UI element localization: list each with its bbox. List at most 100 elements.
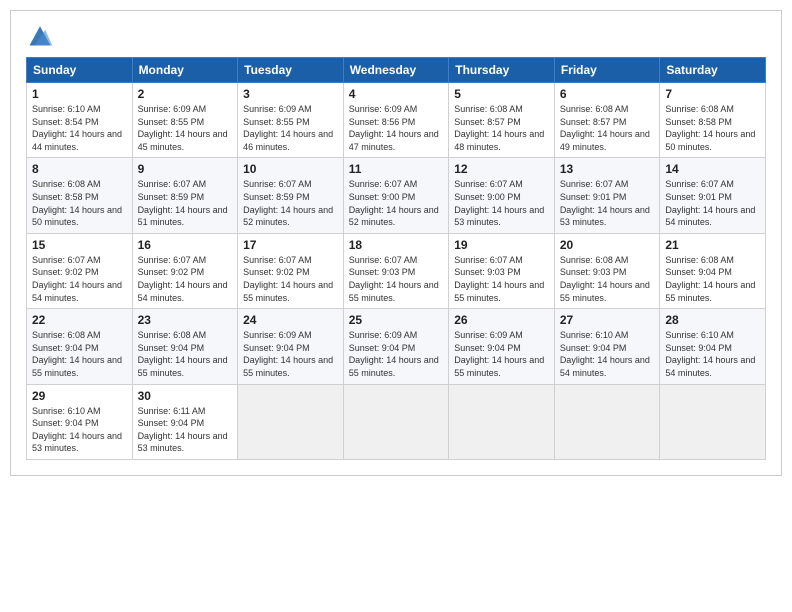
day-info: Sunrise: 6:09 AMSunset: 9:04 PMDaylight:…	[243, 329, 338, 379]
day-number: 27	[560, 313, 655, 327]
calendar-header-row: Sunday Monday Tuesday Wednesday Thursday…	[27, 58, 766, 83]
day-info: Sunrise: 6:08 AMSunset: 9:04 PMDaylight:…	[665, 254, 760, 304]
day-info: Sunrise: 6:10 AMSunset: 9:04 PMDaylight:…	[665, 329, 760, 379]
day-number: 1	[32, 87, 127, 101]
day-info: Sunrise: 6:07 AMSunset: 9:03 PMDaylight:…	[349, 254, 444, 304]
day-number: 10	[243, 162, 338, 176]
day-number: 25	[349, 313, 444, 327]
day-number: 12	[454, 162, 549, 176]
day-info: Sunrise: 6:07 AMSunset: 9:00 PMDaylight:…	[454, 178, 549, 228]
day-number: 30	[138, 389, 233, 403]
day-number: 7	[665, 87, 760, 101]
day-info: Sunrise: 6:09 AMSunset: 9:04 PMDaylight:…	[454, 329, 549, 379]
day-info: Sunrise: 6:07 AMSunset: 9:02 PMDaylight:…	[138, 254, 233, 304]
col-monday: Monday	[132, 58, 238, 83]
calendar-cell: 27 Sunrise: 6:10 AMSunset: 9:04 PMDayligh…	[554, 309, 660, 384]
day-number: 14	[665, 162, 760, 176]
day-info: Sunrise: 6:07 AMSunset: 8:59 PMDaylight:…	[243, 178, 338, 228]
calendar-row: 1 Sunrise: 6:10 AMSunset: 8:54 PMDaylight…	[27, 83, 766, 158]
calendar-cell: 2 Sunrise: 6:09 AMSunset: 8:55 PMDaylight…	[132, 83, 238, 158]
calendar-cell: 23 Sunrise: 6:08 AMSunset: 9:04 PMDayligh…	[132, 309, 238, 384]
day-info: Sunrise: 6:08 AMSunset: 9:04 PMDaylight:…	[32, 329, 127, 379]
calendar-cell	[449, 384, 555, 459]
day-number: 6	[560, 87, 655, 101]
col-wednesday: Wednesday	[343, 58, 449, 83]
calendar-cell: 3Sunrise: 6:09 AMSunset: 8:55 PMDaylight…	[238, 83, 344, 158]
day-info: Sunrise: 6:07 AMSunset: 9:00 PMDaylight:…	[349, 178, 444, 228]
calendar-cell: 28 Sunrise: 6:10 AMSunset: 9:04 PMDayligh…	[660, 309, 766, 384]
day-number: 18	[349, 238, 444, 252]
day-number: 21	[665, 238, 760, 252]
day-info: Sunrise: 6:10 AMSunset: 9:04 PMDaylight:…	[560, 329, 655, 379]
calendar-cell: 21 Sunrise: 6:08 AMSunset: 9:04 PMDayligh…	[660, 233, 766, 308]
day-info: Sunrise: 6:07 AMSunset: 9:02 PMDaylight:…	[243, 254, 338, 304]
day-info: Sunrise: 6:08 AMSunset: 9:04 PMDaylight:…	[138, 329, 233, 379]
day-info: Sunrise: 6:07 AMSunset: 9:03 PMDaylight:…	[454, 254, 549, 304]
col-saturday: Saturday	[660, 58, 766, 83]
calendar-cell: 26Sunrise: 6:09 AMSunset: 9:04 PMDayligh…	[449, 309, 555, 384]
day-number: 13	[560, 162, 655, 176]
calendar-cell: 8Sunrise: 6:08 AMSunset: 8:58 PMDaylight…	[27, 158, 133, 233]
calendar-row: 15Sunrise: 6:07 AMSunset: 9:02 PMDayligh…	[27, 233, 766, 308]
header	[26, 21, 766, 49]
calendar-cell: 10 Sunrise: 6:07 AMSunset: 8:59 PMDayligh…	[238, 158, 344, 233]
calendar-row: 22 Sunrise: 6:08 AMSunset: 9:04 PMDayligh…	[27, 309, 766, 384]
calendar-cell: 7 Sunrise: 6:08 AMSunset: 8:58 PMDaylight…	[660, 83, 766, 158]
calendar-row: 8Sunrise: 6:08 AMSunset: 8:58 PMDaylight…	[27, 158, 766, 233]
day-info: Sunrise: 6:08 AMSunset: 8:57 PMDaylight:…	[454, 103, 549, 153]
day-number: 28	[665, 313, 760, 327]
day-number: 19	[454, 238, 549, 252]
day-info: Sunrise: 6:08 AMSunset: 8:58 PMDaylight:…	[32, 178, 127, 228]
calendar-cell: 12 Sunrise: 6:07 AMSunset: 9:00 PMDayligh…	[449, 158, 555, 233]
calendar-cell: 24 Sunrise: 6:09 AMSunset: 9:04 PMDayligh…	[238, 309, 344, 384]
col-thursday: Thursday	[449, 58, 555, 83]
calendar-cell	[660, 384, 766, 459]
day-info: Sunrise: 6:07 AMSunset: 9:02 PMDaylight:…	[32, 254, 127, 304]
day-number: 2	[138, 87, 233, 101]
day-number: 4	[349, 87, 444, 101]
calendar-row: 29Sunrise: 6:10 AMSunset: 9:04 PMDayligh…	[27, 384, 766, 459]
col-sunday: Sunday	[27, 58, 133, 83]
calendar-cell: 25 Sunrise: 6:09 AMSunset: 9:04 PMDayligh…	[343, 309, 449, 384]
day-info: Sunrise: 6:07 AMSunset: 9:01 PMDaylight:…	[665, 178, 760, 228]
calendar-cell	[238, 384, 344, 459]
day-number: 9	[138, 162, 233, 176]
logo	[26, 21, 58, 49]
calendar-cell: 5Sunrise: 6:08 AMSunset: 8:57 PMDaylight…	[449, 83, 555, 158]
col-friday: Friday	[554, 58, 660, 83]
logo-icon	[26, 21, 54, 49]
calendar-cell: 13 Sunrise: 6:07 AMSunset: 9:01 PMDayligh…	[554, 158, 660, 233]
day-number: 22	[32, 313, 127, 327]
calendar-cell: 15Sunrise: 6:07 AMSunset: 9:02 PMDayligh…	[27, 233, 133, 308]
calendar-cell: 1 Sunrise: 6:10 AMSunset: 8:54 PMDaylight…	[27, 83, 133, 158]
day-info: Sunrise: 6:08 AMSunset: 8:57 PMDaylight:…	[560, 103, 655, 153]
calendar-cell: 20 Sunrise: 6:08 AMSunset: 9:03 PMDayligh…	[554, 233, 660, 308]
day-number: 20	[560, 238, 655, 252]
day-info: Sunrise: 6:09 AMSunset: 8:55 PMDaylight:…	[138, 103, 233, 153]
day-number: 24	[243, 313, 338, 327]
day-info: Sunrise: 6:10 AMSunset: 8:54 PMDaylight:…	[32, 103, 127, 153]
day-number: 3	[243, 87, 338, 101]
day-info: Sunrise: 6:09 AMSunset: 9:04 PMDaylight:…	[349, 329, 444, 379]
calendar-cell: 16 Sunrise: 6:07 AMSunset: 9:02 PMDayligh…	[132, 233, 238, 308]
day-info: Sunrise: 6:08 AMSunset: 9:03 PMDaylight:…	[560, 254, 655, 304]
day-info: Sunrise: 6:08 AMSunset: 8:58 PMDaylight:…	[665, 103, 760, 153]
calendar-cell: 18 Sunrise: 6:07 AMSunset: 9:03 PMDayligh…	[343, 233, 449, 308]
day-number: 11	[349, 162, 444, 176]
calendar-cell: 6 Sunrise: 6:08 AMSunset: 8:57 PMDaylight…	[554, 83, 660, 158]
calendar-cell: 11 Sunrise: 6:07 AMSunset: 9:00 PMDayligh…	[343, 158, 449, 233]
day-number: 29	[32, 389, 127, 403]
day-info: Sunrise: 6:07 AMSunset: 9:01 PMDaylight:…	[560, 178, 655, 228]
col-tuesday: Tuesday	[238, 58, 344, 83]
day-number: 23	[138, 313, 233, 327]
calendar-cell: 19 Sunrise: 6:07 AMSunset: 9:03 PMDayligh…	[449, 233, 555, 308]
calendar-cell: 4 Sunrise: 6:09 AMSunset: 8:56 PMDaylight…	[343, 83, 449, 158]
calendar-cell	[343, 384, 449, 459]
calendar-cell: 17Sunrise: 6:07 AMSunset: 9:02 PMDayligh…	[238, 233, 344, 308]
page-wrapper: Sunday Monday Tuesday Wednesday Thursday…	[10, 10, 782, 476]
calendar-cell: 14 Sunrise: 6:07 AMSunset: 9:01 PMDayligh…	[660, 158, 766, 233]
day-info: Sunrise: 6:09 AMSunset: 8:56 PMDaylight:…	[349, 103, 444, 153]
calendar-cell: 30Sunrise: 6:11 AMSunset: 9:04 PMDayligh…	[132, 384, 238, 459]
day-number: 16	[138, 238, 233, 252]
calendar-cell: 22 Sunrise: 6:08 AMSunset: 9:04 PMDayligh…	[27, 309, 133, 384]
